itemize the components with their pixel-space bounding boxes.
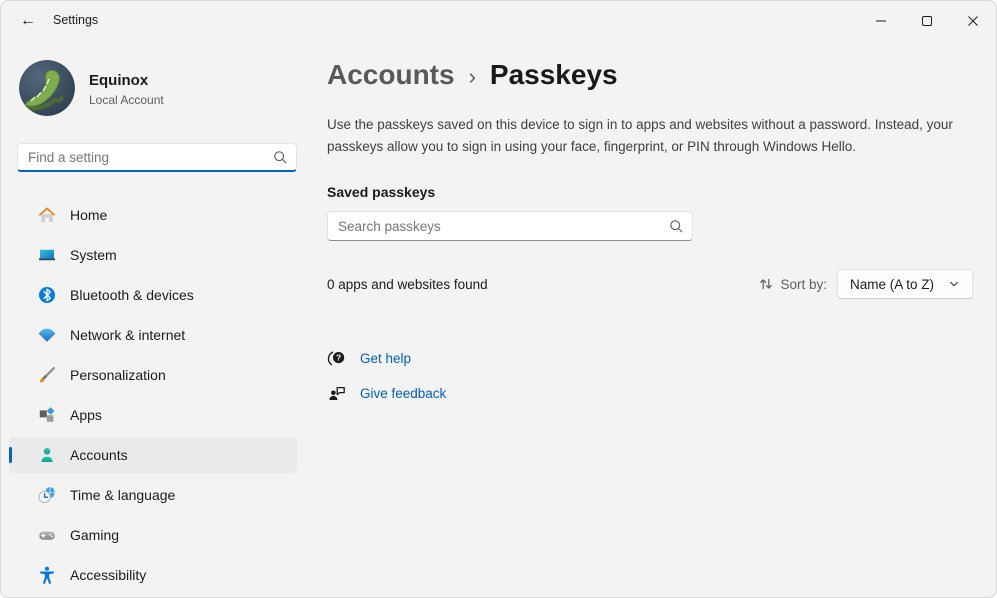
caterpillar-avatar-image — [19, 60, 75, 116]
network-icon — [38, 328, 56, 342]
results-count: 0 apps and websites found — [327, 276, 488, 292]
page-description: Use the passkeys saved on this device to… — [327, 117, 953, 154]
give-feedback-link[interactable]: Give feedback — [360, 386, 446, 401]
sidebar-item-personalization[interactable]: Personalization — [9, 357, 297, 393]
close-button[interactable] — [950, 1, 996, 41]
sidebar-item-label: Time & language — [70, 487, 176, 503]
titlebar: ← Settings — [1, 1, 996, 41]
app-title: Settings — [53, 13, 99, 27]
bluetooth-icon — [39, 287, 55, 303]
sidebar-item-label: Bluetooth & devices — [70, 287, 194, 303]
search-passkeys-input[interactable] — [338, 218, 669, 234]
breadcrumb-separator: › — [468, 64, 476, 89]
home-icon — [38, 207, 56, 222]
time-language-icon — [38, 487, 56, 504]
sort-by-label: Sort by: — [780, 276, 827, 292]
close-icon — [968, 16, 978, 26]
sidebar-item-label: System — [70, 247, 117, 263]
search-input[interactable] — [28, 149, 273, 165]
sidebar-item-bluetooth-devices[interactable]: Bluetooth & devices — [9, 277, 297, 313]
chevron-down-icon — [950, 281, 958, 287]
back-button[interactable]: ← — [13, 8, 43, 34]
sidebar-item-label: Network & internet — [70, 327, 186, 343]
sort-dropdown[interactable]: Name (A to Z) — [836, 269, 973, 299]
breadcrumb-accounts[interactable]: Accounts — [327, 59, 455, 91]
sidebar-item-accounts[interactable]: Accounts — [9, 437, 297, 473]
give-feedback-icon — [329, 386, 345, 400]
search-icon — [274, 150, 287, 163]
help-links: ? Get help Give feedback — [327, 347, 446, 417]
get-help-icon: ? — [327, 351, 345, 366]
sidebar-item-apps[interactable]: Apps — [9, 397, 297, 433]
sort-arrows-icon — [760, 278, 773, 290]
maximize-button[interactable] — [904, 1, 950, 41]
personalization-icon — [39, 367, 55, 383]
sidebar-item-label: Apps — [70, 407, 102, 423]
sidebar-item-label: Personalization — [70, 367, 166, 383]
back-arrow-icon: ← — [20, 12, 36, 29]
user-account-type: Local Account — [89, 93, 164, 107]
sort-selected-value: Name (A to Z) — [849, 276, 934, 292]
sort-group: Sort by: Name (A to Z) — [758, 269, 973, 299]
gaming-icon — [39, 531, 55, 540]
sidebar-item-accessibility[interactable]: Accessibility — [9, 557, 297, 593]
minimize-button[interactable] — [858, 1, 904, 41]
system-icon — [39, 249, 55, 261]
accessibility-icon — [39, 566, 55, 584]
minimize-icon — [876, 20, 886, 22]
user-name: Equinox — [89, 72, 149, 89]
search-icon — [670, 219, 683, 232]
settings-window: ← Settings Equinox Local Account Find a … — [0, 0, 997, 598]
sidebar-item-system[interactable]: System — [9, 237, 297, 273]
sidebar-item-network-internet[interactable]: Network & internet — [9, 317, 297, 353]
page-title: Passkeys — [489, 59, 618, 90]
get-help-row: ? Get help — [327, 347, 446, 369]
sidebar-item-label: Gaming — [70, 527, 120, 543]
results-row: 0 apps and websites found Sort by: Name … — [327, 269, 973, 299]
find-a-setting-searchbox[interactable] — [17, 143, 297, 172]
sidebar-nav: Home System Bluetooth & devices Network … — [9, 197, 297, 597]
sidebar-item-home[interactable]: Home — [9, 197, 297, 233]
sidebar-item-label: Home — [70, 207, 108, 223]
sidebar-item-gaming[interactable]: Gaming — [9, 517, 297, 553]
sidebar-item-label: Accessibility — [70, 567, 147, 583]
get-help-link[interactable]: Get help — [360, 351, 411, 366]
selection-pill — [9, 447, 12, 463]
saved-passkeys-label: Saved passkeys — [327, 184, 436, 200]
breadcrumb: Accounts › Passkeys — [327, 59, 618, 91]
svg-text:?: ? — [336, 353, 341, 363]
give-feedback-row: Give feedback — [327, 382, 446, 404]
window-controls — [858, 1, 996, 41]
maximize-icon — [922, 16, 932, 26]
apps-icon — [39, 407, 55, 422]
avatar[interactable] — [19, 60, 75, 116]
search-passkeys-box[interactable] — [327, 211, 693, 241]
accounts-icon — [41, 448, 53, 462]
sidebar-item-time-language[interactable]: Time & language — [9, 477, 297, 513]
sidebar-item-label: Accounts — [70, 447, 128, 463]
